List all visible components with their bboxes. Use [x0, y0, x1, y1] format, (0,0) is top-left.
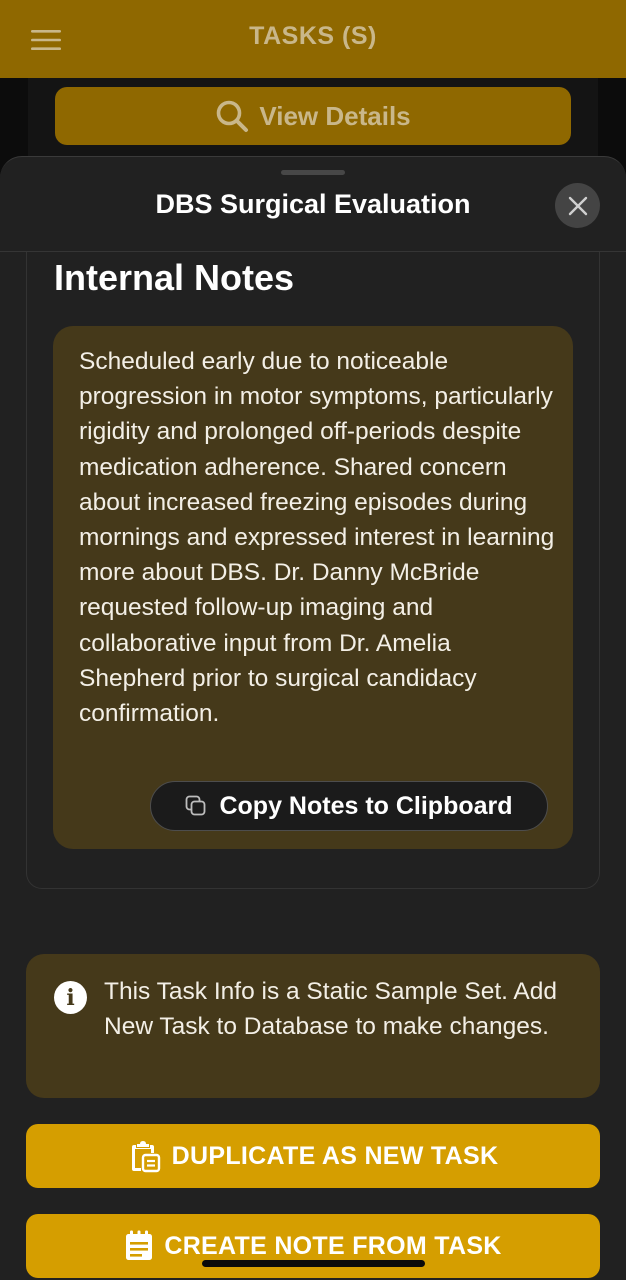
copy-notes-label: Copy Notes to Clipboard: [219, 791, 513, 820]
search-icon: [217, 100, 249, 132]
copy-icon: [186, 795, 206, 816]
view-details-label: View Details: [259, 100, 411, 131]
duplicate-task-button[interactable]: DUPLICATE AS NEW TASK: [26, 1124, 600, 1188]
app-bar: TASKS (S): [0, 0, 626, 78]
close-icon: [568, 196, 587, 215]
task-detail-sheet: DBS Surgical Evaluation Internal Notes S…: [0, 156, 626, 1280]
close-button[interactable]: [555, 183, 600, 228]
internal-notes-box: Scheduled early due to noticeable progre…: [53, 326, 573, 849]
duplicate-task-label: DUPLICATE AS NEW TASK: [171, 1141, 499, 1170]
create-note-label: CREATE NOTE FROM TASK: [164, 1231, 502, 1260]
home-indicator: [202, 1260, 425, 1267]
info-banner: i This Task Info is a Static Sample Set.…: [26, 954, 600, 1098]
copy-notes-button[interactable]: Copy Notes to Clipboard: [150, 781, 548, 831]
view-details-button[interactable]: View Details: [55, 87, 571, 145]
internal-notes-text: Scheduled early due to noticeable progre…: [79, 348, 555, 728]
notepad-icon: [126, 1230, 153, 1260]
app-bar-title: TASKS (S): [249, 22, 377, 50]
create-note-button[interactable]: CREATE NOTE FROM TASK: [26, 1214, 600, 1278]
info-banner-text: This Task Info is a Static Sample Set. A…: [104, 978, 558, 1041]
info-icon: i: [54, 981, 87, 1014]
internal-notes-heading: Internal Notes: [54, 257, 295, 298]
sheet-header: DBS Surgical Evaluation: [0, 157, 626, 252]
sheet-title: DBS Surgical Evaluation: [155, 189, 471, 219]
clipboard-duplicate-icon: [131, 1141, 160, 1173]
